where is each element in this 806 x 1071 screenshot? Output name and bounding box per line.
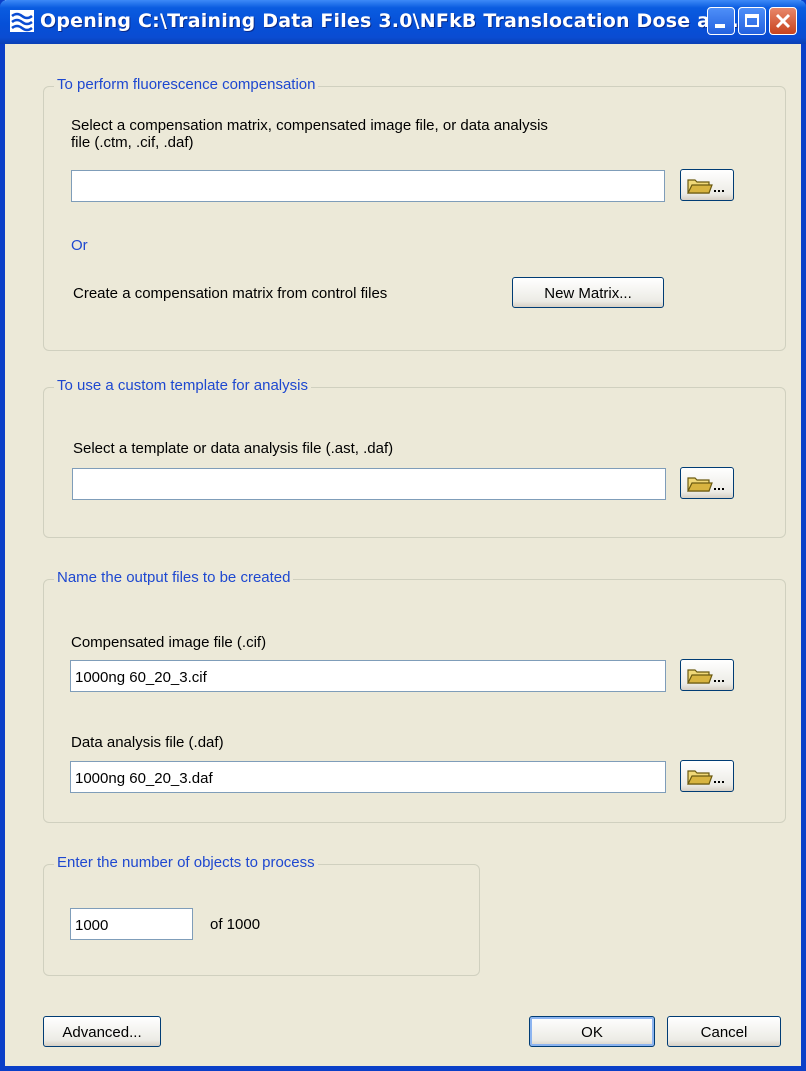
daf-label: Data analysis file (.daf) bbox=[71, 734, 224, 751]
create-matrix-label: Create a compensation matrix from contro… bbox=[73, 285, 388, 302]
maximize-icon[interactable] bbox=[738, 7, 766, 35]
folder-browse-icon bbox=[687, 770, 724, 785]
window-title: Opening C:\Training Data Files 3.0\NFkB … bbox=[40, 10, 747, 32]
daf-browse-button[interactable] bbox=[680, 760, 734, 792]
template-file-input[interactable] bbox=[72, 468, 666, 500]
title-bar[interactable]: Opening C:\Training Data Files 3.0\NFkB … bbox=[0, 0, 806, 44]
template-legend: To use a custom template for analysis bbox=[54, 377, 311, 394]
cancel-button[interactable]: Cancel bbox=[667, 1016, 781, 1047]
ok-button[interactable]: OK bbox=[529, 1016, 655, 1047]
or-label: Or bbox=[71, 237, 88, 254]
new-matrix-button[interactable]: New Matrix... bbox=[512, 277, 664, 308]
close-icon[interactable] bbox=[769, 7, 797, 35]
advanced-button[interactable]: Advanced... bbox=[43, 1016, 161, 1047]
object-total-label: of 1000 bbox=[210, 916, 261, 933]
template-browse-button[interactable] bbox=[680, 467, 734, 499]
compensation-file-input[interactable] bbox=[71, 170, 665, 202]
output-legend: Name the output files to be created bbox=[54, 569, 294, 586]
compensation-browse-button[interactable] bbox=[680, 169, 734, 201]
compensation-select-label: Select a compensation matrix, compensate… bbox=[71, 117, 548, 151]
minimize-icon[interactable] bbox=[707, 7, 735, 35]
template-group: To use a custom template for analysis bbox=[43, 377, 786, 538]
app-waves-icon bbox=[10, 10, 34, 32]
compensation-legend: To perform fluorescence compensation bbox=[54, 76, 319, 93]
template-select-label: Select a template or data analysis file … bbox=[73, 440, 394, 457]
objects-legend: Enter the number of objects to process bbox=[54, 854, 318, 871]
folder-browse-icon bbox=[687, 669, 724, 684]
folder-browse-icon bbox=[687, 179, 724, 194]
daf-file-input[interactable] bbox=[70, 761, 666, 793]
object-count-input[interactable] bbox=[70, 908, 193, 940]
cif-browse-button[interactable] bbox=[680, 659, 734, 691]
cif-label: Compensated image file (.cif) bbox=[71, 634, 267, 651]
cif-file-input[interactable] bbox=[70, 660, 666, 692]
folder-browse-icon bbox=[687, 477, 724, 492]
